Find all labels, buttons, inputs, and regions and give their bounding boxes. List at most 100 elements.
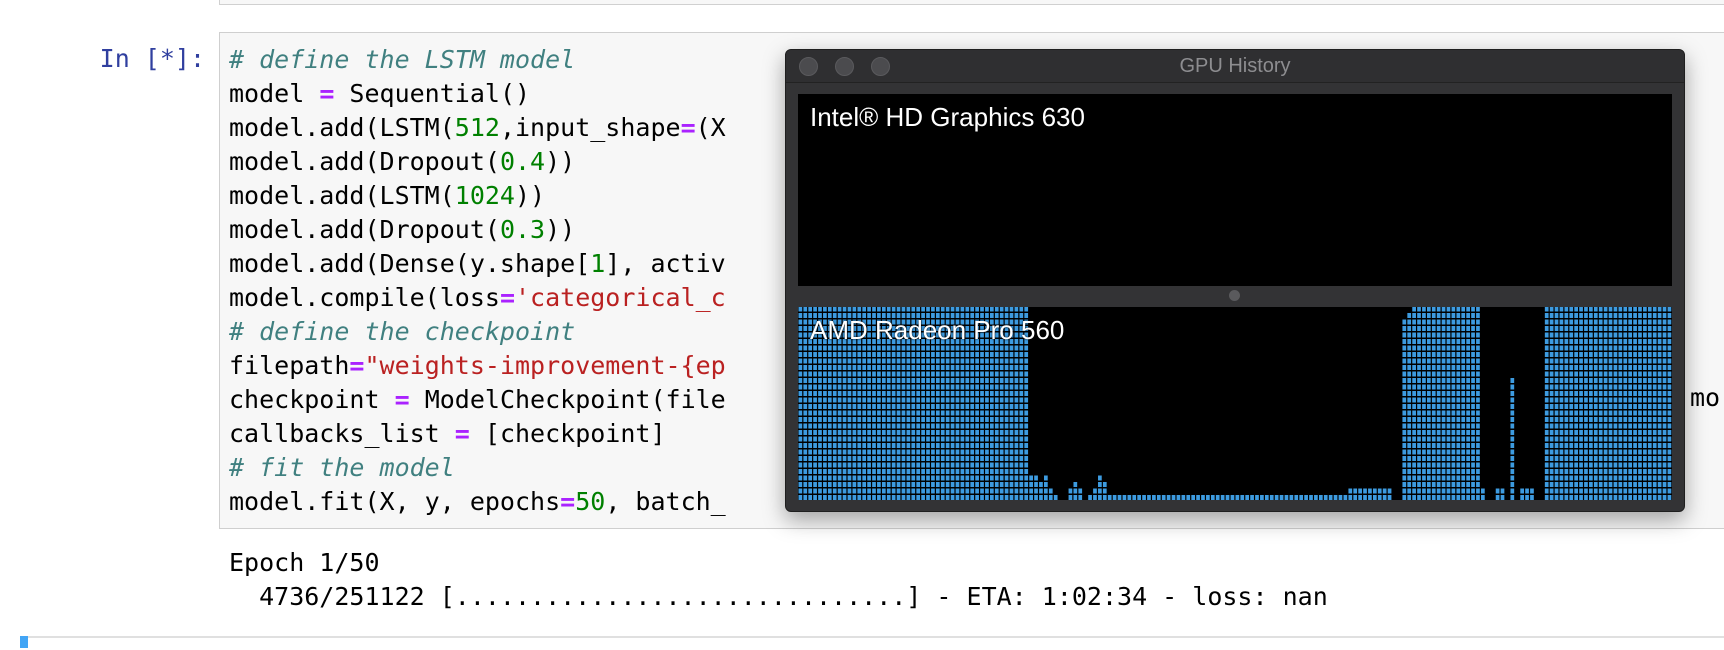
usage-segment [808,488,813,494]
code-editor[interactable]: # define the LSTM model model = Sequenti… [229,43,726,519]
usage-segment [935,488,940,494]
usage-segment [842,371,847,377]
usage-segment [1068,495,1073,500]
previous-cell[interactable] [219,0,1724,5]
usage-segment [950,371,955,377]
usage-segment [1608,365,1613,370]
usage-segment [931,404,935,409]
usage-segment [1422,378,1426,383]
usage-segment [1647,423,1652,429]
usage-segment [1643,326,1647,331]
usage-segment [940,469,945,474]
usage-segment [872,404,876,409]
usage-segment [1544,462,1549,468]
usage-segment [1618,443,1623,448]
usage-column [1510,378,1515,500]
usage-segment [823,423,827,429]
usage-segment [1549,313,1554,318]
usage-segment [950,378,955,383]
usage-segment [1402,339,1407,344]
usage-segment [1662,352,1667,357]
usage-segment [798,371,803,377]
usage-segment [896,449,901,455]
usage-segment [1564,449,1569,455]
usage-segment [877,430,881,435]
usage-segment [1402,436,1407,442]
usage-column [1530,488,1534,500]
usage-segment [994,352,999,357]
usage-segment [950,404,955,409]
usage-segment [1623,326,1628,331]
usage-segment [852,488,857,494]
usage-segment [862,358,867,364]
usage-segment [857,404,862,409]
usage-segment [975,417,979,422]
usage-segment [1564,456,1569,461]
usage-segment [823,469,827,474]
usage-segment [1584,352,1588,357]
usage-segment [837,436,842,442]
usage-segment [1456,462,1461,468]
usage-column [1225,495,1230,500]
usage-segment [1004,404,1009,409]
usage-segment [911,410,916,416]
split-divider-handle[interactable] [1229,290,1240,301]
usage-segment [999,365,1004,370]
usage-segment [1186,495,1191,500]
window-titlebar[interactable]: GPU History [786,50,1684,83]
usage-segment [808,391,813,396]
usage-segment [980,475,984,481]
usage-segment [1544,326,1549,331]
gpu-history-window[interactable]: GPU History Intel® HD Graphics 630 AMD R… [785,49,1685,512]
usage-segment [931,456,935,461]
usage-column [1662,307,1667,500]
usage-segment [1407,430,1412,435]
usage-segment [886,352,891,357]
next-cell[interactable] [20,636,1724,650]
usage-segment [852,358,857,364]
usage-segment [1417,430,1421,435]
usage-segment [886,384,891,390]
usage-segment [1402,456,1407,461]
usage-segment [823,443,827,448]
usage-segment [823,352,827,357]
usage-segment [1593,423,1598,429]
usage-segment [921,417,925,422]
usage-segment [1024,436,1029,442]
usage-segment [827,449,832,455]
usage-segment [1628,319,1633,325]
usage-segment [1623,358,1628,364]
usage-segment [1618,469,1623,474]
usage-segment [1436,326,1441,331]
usage-segment [994,423,999,429]
usage-column [1215,495,1220,500]
usage-segment [1476,462,1480,468]
usage-segment [980,488,984,494]
usage-segment [1019,456,1024,461]
usage-segment [1657,378,1662,383]
usage-segment [1039,482,1043,487]
usage-segment [931,417,935,422]
usage-segment [842,475,847,481]
usage-segment [1417,384,1421,390]
usage-segment [1176,495,1181,500]
usage-segment [1451,488,1456,494]
usage-segment [1019,417,1024,422]
usage-segment [1441,332,1446,338]
usage-segment [1638,332,1642,338]
usage-segment [803,423,808,429]
usage-segment [1461,378,1466,383]
usage-segment [818,352,822,357]
usage-column [1098,475,1102,500]
usage-segment [1476,397,1480,403]
usage-column [1122,495,1127,500]
usage-segment [813,469,817,474]
usage-segment [1407,326,1412,331]
usage-segment [989,371,994,377]
usage-segment [881,430,886,435]
usage-segment [1014,488,1019,494]
usage-segment [950,469,955,474]
usage-segment [1554,319,1559,325]
usage-segment [1618,345,1623,351]
usage-segment [872,371,876,377]
